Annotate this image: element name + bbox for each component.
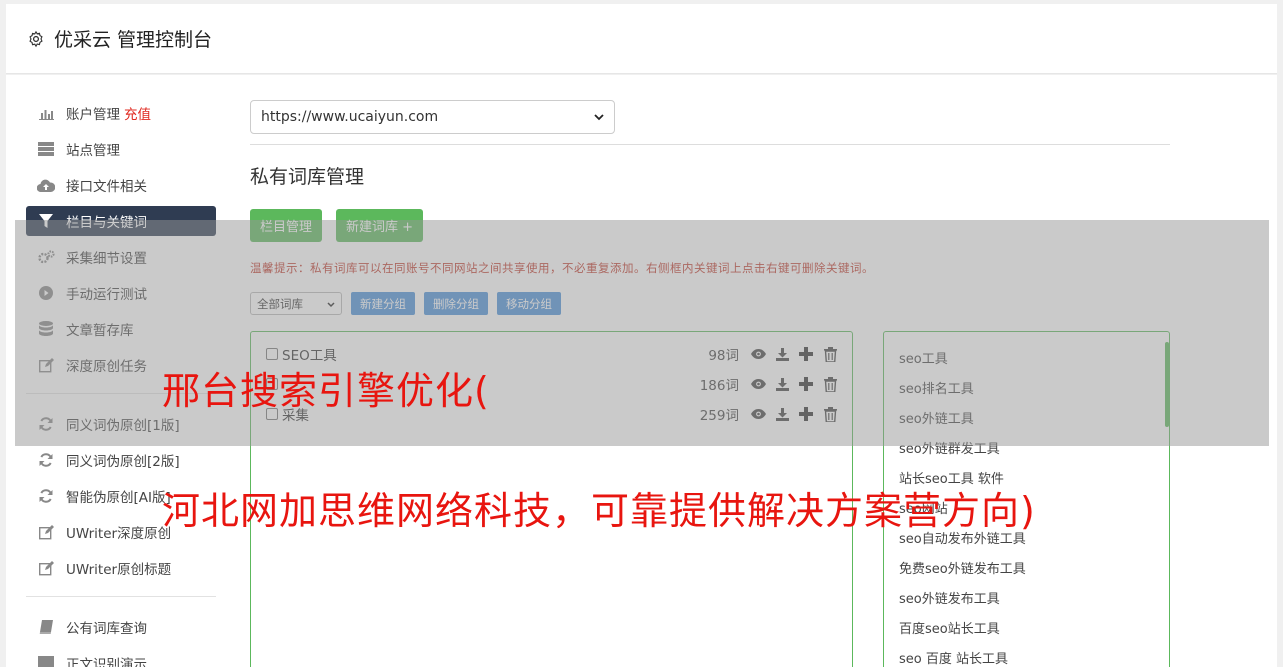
sidebar-item-public-library[interactable]: 公有词库查询	[26, 609, 216, 645]
sidebar-item-label: 正文识别演示	[66, 657, 147, 667]
sidebar-item-label: UWriter深度原创	[66, 526, 172, 542]
sidebar-item-label: 公有词库查询	[66, 621, 147, 637]
site-select[interactable]: https://www.ucaiyun.com	[250, 100, 615, 134]
sidebar-item-sites[interactable]: 站点管理	[26, 131, 216, 167]
sidebar-item-label: 站点管理	[66, 143, 120, 159]
watermark-line-1: 邢台搜索引擎优化(	[162, 369, 490, 413]
book-icon	[37, 619, 55, 635]
watermark-line-2: 河北网加思维网络科技，可靠提供解决方案营方向)	[162, 489, 1036, 533]
recharge-link[interactable]: 充值	[124, 103, 151, 123]
bar-chart-icon	[37, 105, 55, 121]
sidebar-item-label: 智能伪原创[AI版]	[66, 490, 171, 506]
page-title: 私有词库管理	[250, 166, 365, 188]
monitor-icon	[37, 655, 55, 667]
sidebar-item-api-files[interactable]: 接口文件相关	[26, 167, 216, 203]
site-select-value: https://www.ucaiyun.com	[261, 109, 439, 125]
sidebar-item-uwriter-title[interactable]: UWriter原创标题	[26, 550, 216, 586]
sidebar-item-label: 接口文件相关	[66, 179, 147, 195]
sidebar-divider	[26, 596, 216, 597]
chevron-down-icon	[594, 109, 604, 125]
server-icon	[37, 141, 55, 157]
sidebar-item-label: 账户管理	[66, 107, 120, 123]
gear-icon[interactable]	[26, 29, 46, 49]
refresh-icon	[37, 452, 55, 468]
sidebar-item-text-recognition[interactable]: 正文识别演示	[26, 645, 216, 667]
top-header: 优采云 管理控制台	[6, 4, 1277, 74]
edit-icon	[37, 560, 55, 576]
refresh-icon	[37, 488, 55, 504]
keyword-item[interactable]: seo 百度 站长工具	[899, 648, 1008, 667]
sidebar-item-label: UWriter原创标题	[66, 562, 172, 578]
keyword-item[interactable]: seo外链发布工具	[899, 588, 1000, 607]
divider	[250, 144, 1170, 145]
sidebar-item-account[interactable]: 账户管理 充值	[26, 95, 216, 131]
keyword-item[interactable]: 百度seo站长工具	[899, 618, 1000, 637]
cloud-upload-icon	[37, 177, 55, 193]
sidebar-item-synonym-v2[interactable]: 同义词伪原创[2版]	[26, 442, 216, 478]
edit-icon	[37, 524, 55, 540]
sidebar-item-label: 同义词伪原创[2版]	[66, 454, 180, 470]
console-title: 优采云 管理控制台	[54, 29, 213, 51]
keyword-item[interactable]: 免费seo外链发布工具	[899, 558, 1026, 577]
